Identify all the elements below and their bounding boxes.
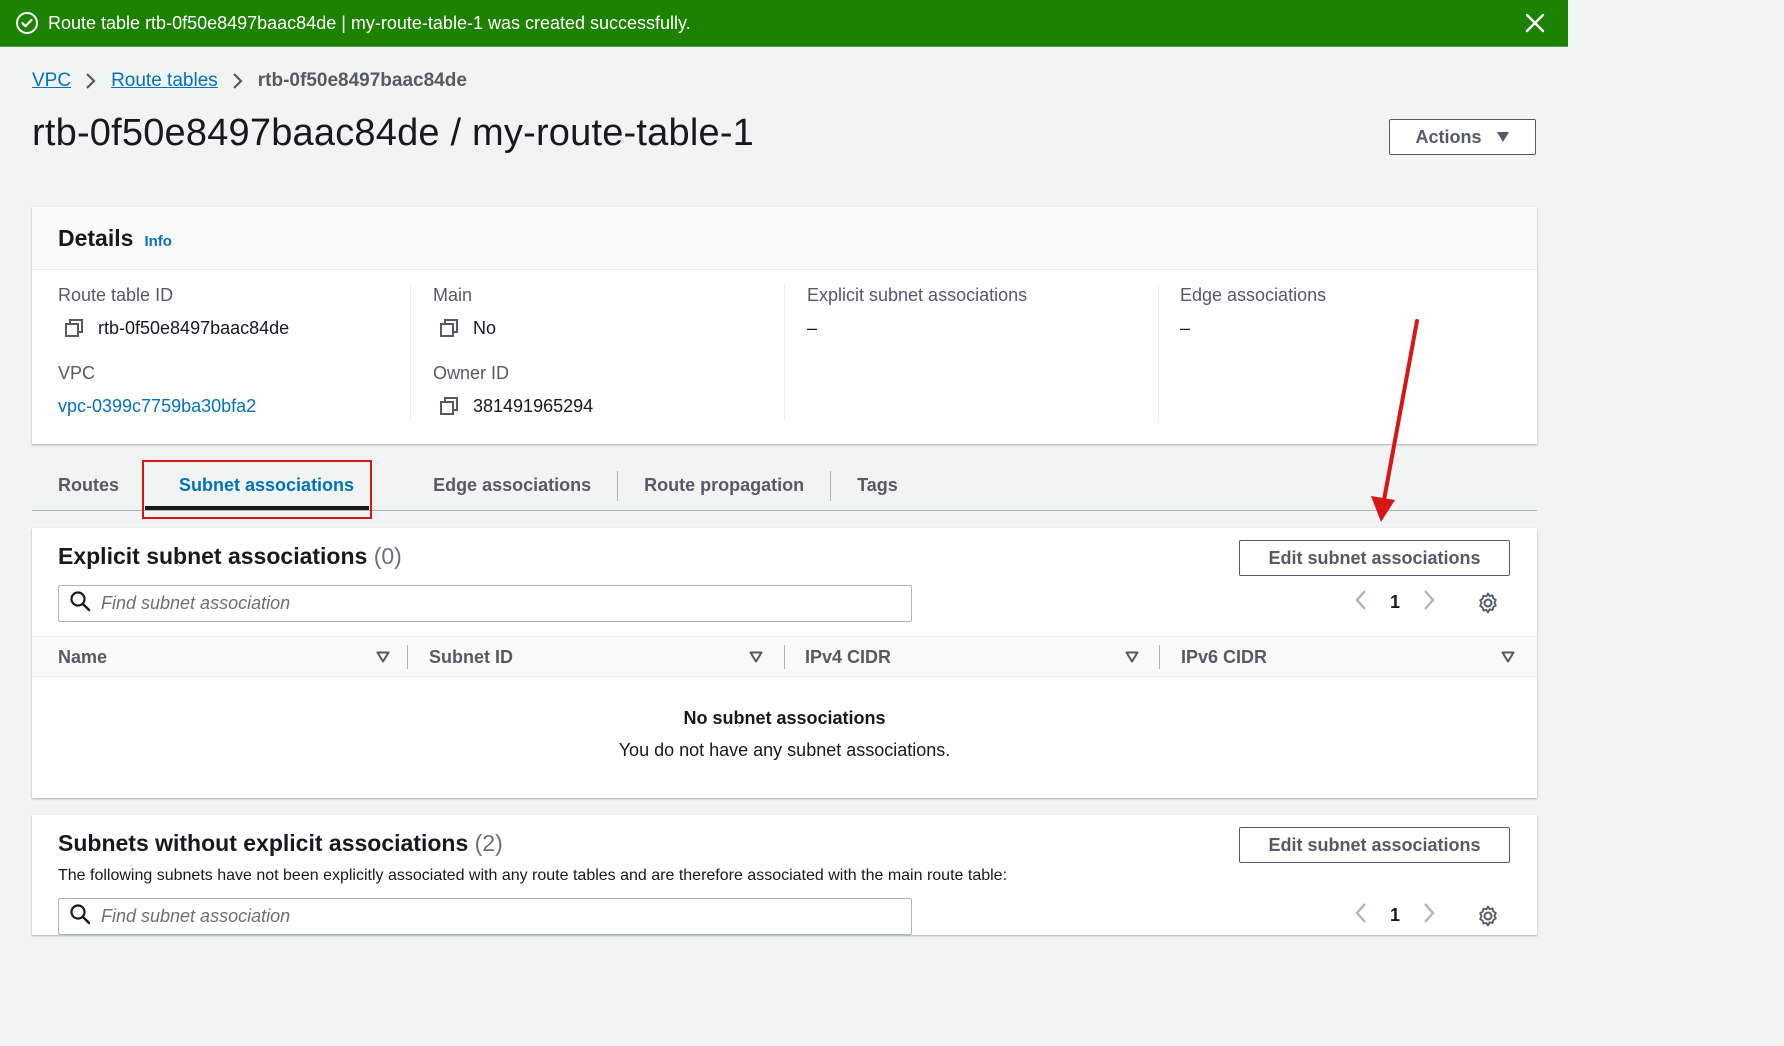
without-section-count: (2) [474,830,503,856]
search-icon [69,903,91,930]
column-header-name[interactable]: Name [58,637,408,677]
breadcrumb-route-tables-link[interactable]: Route tables [111,70,218,92]
explicit-section-count: (0) [373,543,402,569]
route-table-id-label: Route table ID [58,285,174,305]
find-subnet-association-search-2[interactable] [58,898,912,935]
explicit-subnet-associations-value: – [807,317,818,338]
pagination-2: 1 [1354,901,1500,930]
column-name-label: Name [58,646,108,667]
edge-associations-label: Edge associations [1180,285,1327,305]
copy-icon[interactable] [439,318,459,338]
column-header-ipv6-cidr[interactable]: IPv6 CIDR [1181,637,1533,677]
explicit-section-title-text: Explicit subnet associations [58,543,368,569]
details-column-3: Explicit subnet associations – [784,285,1158,421]
gear-icon[interactable] [1476,591,1500,615]
search-input[interactable] [101,593,881,614]
column-ipv6-cidr-label: IPv6 CIDR [1181,646,1268,667]
tab-edge-associations[interactable]: Edge associations [407,470,619,501]
details-title: Details [58,224,134,251]
empty-state-title: No subnet associations [683,708,886,728]
sort-down-icon[interactable] [1501,651,1515,663]
subnets-without-explicit-associations-panel: Subnets without explicit associations (2… [32,815,1537,935]
info-link[interactable]: Info [144,233,172,250]
check-circle-icon [14,10,40,36]
without-section-title-text: Subnets without explicit associations [58,830,469,856]
gear-icon[interactable] [1476,904,1500,928]
column-header-subnet-id[interactable]: Subnet ID [429,637,781,677]
owner-id-value: 381491965294 [473,395,594,416]
annotation-highlight-box [142,460,372,519]
explicit-subnet-associations-panel: Explicit subnet associations (0) Edit su… [32,528,1537,798]
pagination: 1 [1354,588,1500,617]
column-divider [1159,645,1160,669]
page-title: rtb-0f50e8497baac84de / my-route-table-1 [32,112,755,154]
main-value: No [473,317,497,338]
chevron-left-icon[interactable] [1354,588,1368,617]
close-icon[interactable] [1522,10,1548,36]
edit-subnet-associations-button[interactable]: Edit subnet associations [1239,540,1510,576]
edit-subnet-associations-label: Edit subnet associations [1268,834,1481,855]
flash-message: Route table rtb-0f50e8497baac84de | my-r… [48,12,691,33]
search-input-2[interactable] [101,906,881,927]
chevron-right-icon[interactable] [1422,901,1436,930]
chevron-right-icon[interactable] [1422,588,1436,617]
chevron-left-icon[interactable] [1354,901,1368,930]
owner-id-label: Owner ID [433,363,510,383]
actions-button[interactable]: Actions [1389,119,1536,155]
edit-subnet-associations-label: Edit subnet associations [1268,547,1481,568]
edge-associations-value: – [1180,317,1191,338]
current-page-number-2[interactable]: 1 [1390,905,1400,926]
main-label: Main [433,285,473,305]
without-section-title: Subnets without explicit associations (2… [58,830,503,857]
find-subnet-association-search[interactable] [58,585,912,622]
tab-route-propagation[interactable]: Route propagation [618,470,832,501]
column-divider [784,645,785,669]
details-column-1: Route table ID rtb-0f50e8497baac84de VPC… [58,285,410,421]
chevron-right-icon [85,72,97,90]
tab-tags[interactable]: Tags [831,471,924,501]
explicit-section-title: Explicit subnet associations (0) [58,543,402,570]
route-table-id-value: rtb-0f50e8497baac84de [98,317,290,338]
empty-state-description: You do not have any subnet associations. [618,740,951,760]
edit-subnet-associations-button-2[interactable]: Edit subnet associations [1239,827,1510,863]
column-ipv4-cidr-label: IPv4 CIDR [805,646,892,667]
explicit-subnet-associations-label: Explicit subnet associations [807,285,1028,305]
table-header: Name Subnet ID IPv4 CIDR IPv6 CIDR [32,636,1537,677]
actions-label: Actions [1415,126,1482,147]
without-section-description: The following subnets have not been expl… [58,867,1008,884]
vpc-label: VPC [58,363,96,383]
details-header: Details Info [32,207,1537,270]
copy-icon[interactable] [64,318,84,338]
breadcrumb-vpc-link[interactable]: VPC [32,70,71,92]
column-subnet-id-label: Subnet ID [429,646,513,667]
details-column-4: Edge associations – [1158,285,1518,421]
caret-down-icon [1496,131,1510,143]
sort-down-icon[interactable] [1125,651,1139,663]
details-panel: Details Info Route table ID rtb-0f50e849… [32,207,1537,444]
column-header-ipv4-cidr[interactable]: IPv4 CIDR [805,637,1157,677]
copy-icon[interactable] [439,396,459,416]
sort-down-icon[interactable] [749,651,763,663]
tab-routes[interactable]: Routes [32,471,145,501]
current-page-number[interactable]: 1 [1390,592,1400,613]
breadcrumb: VPC Route tables rtb-0f50e8497baac84de [32,70,467,92]
search-icon [69,590,91,617]
sort-down-icon[interactable] [376,651,390,663]
success-flash-banner: Route table rtb-0f50e8497baac84de | my-r… [0,0,1568,47]
breadcrumb-current: rtb-0f50e8497baac84de [257,70,467,91]
chevron-right-icon [232,72,244,90]
column-divider [407,645,408,669]
vpc-link[interactable]: vpc-0399c7759ba30bfa2 [58,396,256,417]
details-column-2: Main No Owner ID 381491965294 [410,285,784,421]
